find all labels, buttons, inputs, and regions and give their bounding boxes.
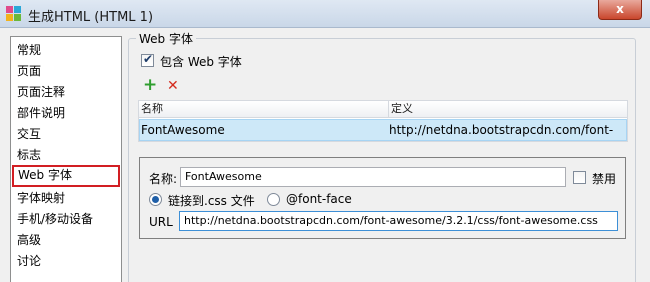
fonts-table: 名称 定义 FontAwesome http://netdna.bootstra… [138, 100, 628, 142]
disable-checkbox[interactable] [573, 171, 586, 184]
url-input[interactable]: http://netdna.bootstrapcdn.com/font-awes… [179, 211, 618, 231]
cell-name: FontAwesome [141, 123, 225, 137]
radio-selected-dot [152, 196, 159, 203]
sidebar-item-web-fonts[interactable]: Web 字体 [12, 165, 120, 187]
include-web-fonts-checkbox[interactable]: ✔ [141, 52, 154, 67]
cell-definition: http://netdna.bootstrapcdn.com/font- [389, 123, 614, 137]
title-bar: 生成HTML (HTML 1) x [0, 0, 650, 28]
disable-label: 禁用 [592, 172, 617, 186]
group-title: Web 字体 [136, 30, 196, 47]
column-header-name[interactable]: 名称 [139, 101, 389, 118]
sidebar-item-advanced[interactable]: 高级 [15, 230, 41, 250]
url-label: URL [149, 215, 173, 229]
close-button[interactable]: x [598, 0, 642, 20]
close-icon: x [616, 2, 624, 16]
link-css-radio[interactable] [149, 193, 162, 206]
name-label: 名称: [149, 172, 178, 186]
font-detail-panel: 名称: FontAwesome 禁用 链接到.css 文件 @font-face… [139, 157, 626, 239]
font-face-label: @font-face [286, 192, 352, 206]
sidebar-item-widget-notes[interactable]: 部件说明 [15, 103, 65, 123]
include-web-fonts-label: 包含 Web 字体 [160, 55, 242, 69]
sidebar-item-page-notes[interactable]: 页面注释 [15, 82, 65, 102]
app-icon [6, 6, 22, 22]
sidebar: 常规 页面 页面注释 部件说明 交互 标志 Web 字体 字体映射 手机/移动设… [10, 36, 122, 282]
font-face-radio[interactable] [267, 193, 280, 206]
name-input[interactable]: FontAwesome [180, 167, 566, 187]
sidebar-item-general[interactable]: 常规 [15, 40, 41, 60]
check-icon: ✔ [143, 52, 154, 66]
sidebar-item-interactions[interactable]: 交互 [15, 124, 41, 144]
sidebar-item-font-mapping[interactable]: 字体映射 [15, 188, 65, 208]
sidebar-item-mobile[interactable]: 手机/移动设备 [15, 209, 93, 229]
table-row[interactable]: FontAwesome http://netdna.bootstrapcdn.c… [139, 119, 627, 141]
sidebar-item-discussion[interactable]: 讨论 [15, 251, 41, 271]
remove-icon[interactable]: ✕ [167, 78, 179, 94]
column-header-definition[interactable]: 定义 [389, 101, 627, 118]
link-css-label: 链接到.css 文件 [168, 194, 255, 208]
sidebar-item-pages[interactable]: 页面 [15, 61, 41, 81]
add-icon[interactable]: + [143, 77, 157, 94]
sidebar-item-logo[interactable]: 标志 [15, 145, 41, 165]
window-title: 生成HTML (HTML 1) [28, 10, 154, 25]
